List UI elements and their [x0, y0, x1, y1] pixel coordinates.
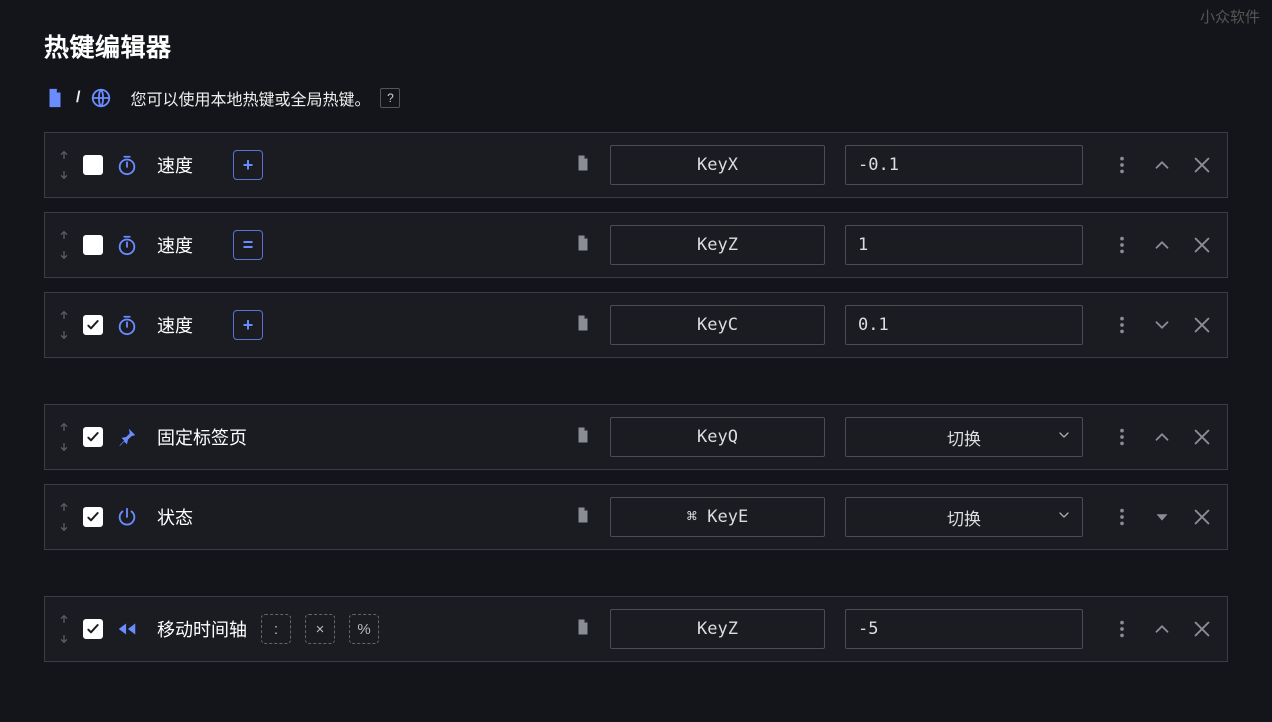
sort-handle[interactable]: [55, 149, 73, 181]
expand-toggle[interactable]: [1151, 506, 1173, 528]
key-input[interactable]: [610, 497, 825, 537]
operator-chip[interactable]: +: [233, 310, 263, 340]
key-input[interactable]: [610, 609, 825, 649]
sort-handle[interactable]: [55, 501, 73, 533]
key-input[interactable]: [610, 305, 825, 345]
more-menu-button[interactable]: [1111, 154, 1133, 176]
enabled-checkbox[interactable]: [83, 155, 103, 175]
key-input[interactable]: [610, 145, 825, 185]
more-menu-button[interactable]: [1111, 506, 1133, 528]
page-title: 热键编辑器: [44, 28, 1228, 64]
enabled-checkbox[interactable]: [83, 235, 103, 255]
type-icon: [113, 506, 141, 528]
row-label: 速度: [157, 232, 217, 258]
expand-toggle[interactable]: [1151, 234, 1173, 256]
value-select-label: 切换: [947, 425, 981, 450]
scope-file-icon: [574, 232, 592, 259]
scope-file-icon: [574, 312, 592, 339]
subheader: / 您可以使用本地热键或全局热键。 ?: [44, 86, 1228, 110]
sort-handle[interactable]: [55, 229, 73, 261]
sort-handle[interactable]: [55, 613, 73, 645]
hotkey-editor-panel: 热键编辑器 / 您可以使用本地热键或全局热键。 ? 速度 +: [0, 0, 1272, 662]
expand-toggle[interactable]: [1151, 426, 1173, 448]
row-label: 状态: [157, 504, 217, 530]
hotkey-rows: 速度 + 速度 =: [44, 132, 1228, 662]
enabled-checkbox[interactable]: [83, 619, 103, 639]
expand-toggle[interactable]: [1151, 314, 1173, 336]
type-icon: [113, 426, 141, 448]
row-label: 速度: [157, 312, 217, 338]
hotkey-row: 状态 切换: [44, 484, 1228, 550]
type-icon: [113, 314, 141, 336]
value-select[interactable]: 切换: [845, 497, 1083, 537]
type-icon: [113, 618, 141, 640]
expand-toggle[interactable]: [1151, 154, 1173, 176]
tag-chip[interactable]: ×: [305, 614, 335, 644]
more-menu-button[interactable]: [1111, 618, 1133, 640]
tag-chip[interactable]: %: [349, 614, 379, 644]
hotkey-row: 速度 =: [44, 212, 1228, 278]
enabled-checkbox[interactable]: [83, 315, 103, 335]
sort-handle[interactable]: [55, 309, 73, 341]
more-menu-button[interactable]: [1111, 234, 1133, 256]
scope-file-icon: [574, 424, 592, 451]
globe-icon: [90, 87, 112, 109]
type-icon: [113, 154, 141, 176]
enabled-checkbox[interactable]: [83, 507, 103, 527]
delete-button[interactable]: [1191, 506, 1213, 528]
sort-handle[interactable]: [55, 421, 73, 453]
scope-file-icon: [574, 152, 592, 179]
help-button[interactable]: ?: [380, 88, 400, 108]
operator-chip[interactable]: +: [233, 150, 263, 180]
delete-button[interactable]: [1191, 618, 1213, 640]
scope-file-icon: [574, 616, 592, 643]
tag-chip[interactable]: :: [261, 614, 291, 644]
file-icon: [44, 87, 66, 109]
value-input[interactable]: [845, 305, 1083, 345]
expand-toggle[interactable]: [1151, 618, 1173, 640]
enabled-checkbox[interactable]: [83, 427, 103, 447]
chevron-down-icon: [1056, 507, 1072, 528]
value-input[interactable]: [845, 225, 1083, 265]
chevron-down-icon: [1056, 427, 1072, 448]
hotkey-row: 固定标签页 切换: [44, 404, 1228, 470]
delete-button[interactable]: [1191, 314, 1213, 336]
row-label: 速度: [157, 152, 217, 178]
row-label: 移动时间轴: [157, 616, 247, 642]
hotkey-row: 速度 +: [44, 132, 1228, 198]
subheader-description: 您可以使用本地热键或全局热键。: [130, 86, 370, 110]
watermark-text: 小众软件: [1200, 6, 1260, 27]
key-input[interactable]: [610, 225, 825, 265]
value-select-label: 切换: [947, 505, 981, 530]
hotkey-row: 速度 +: [44, 292, 1228, 358]
scope-file-icon: [574, 504, 592, 531]
value-input[interactable]: [845, 609, 1083, 649]
delete-button[interactable]: [1191, 154, 1213, 176]
row-label: 固定标签页: [157, 424, 247, 450]
delete-button[interactable]: [1191, 234, 1213, 256]
value-input[interactable]: [845, 145, 1083, 185]
key-input[interactable]: [610, 417, 825, 457]
operator-chip[interactable]: =: [233, 230, 263, 260]
delete-button[interactable]: [1191, 426, 1213, 448]
more-menu-button[interactable]: [1111, 314, 1133, 336]
type-icon: [113, 234, 141, 256]
more-menu-button[interactable]: [1111, 426, 1133, 448]
hotkey-row: 移动时间轴 : ×%: [44, 596, 1228, 662]
separator-slash: /: [76, 89, 80, 107]
value-select[interactable]: 切换: [845, 417, 1083, 457]
